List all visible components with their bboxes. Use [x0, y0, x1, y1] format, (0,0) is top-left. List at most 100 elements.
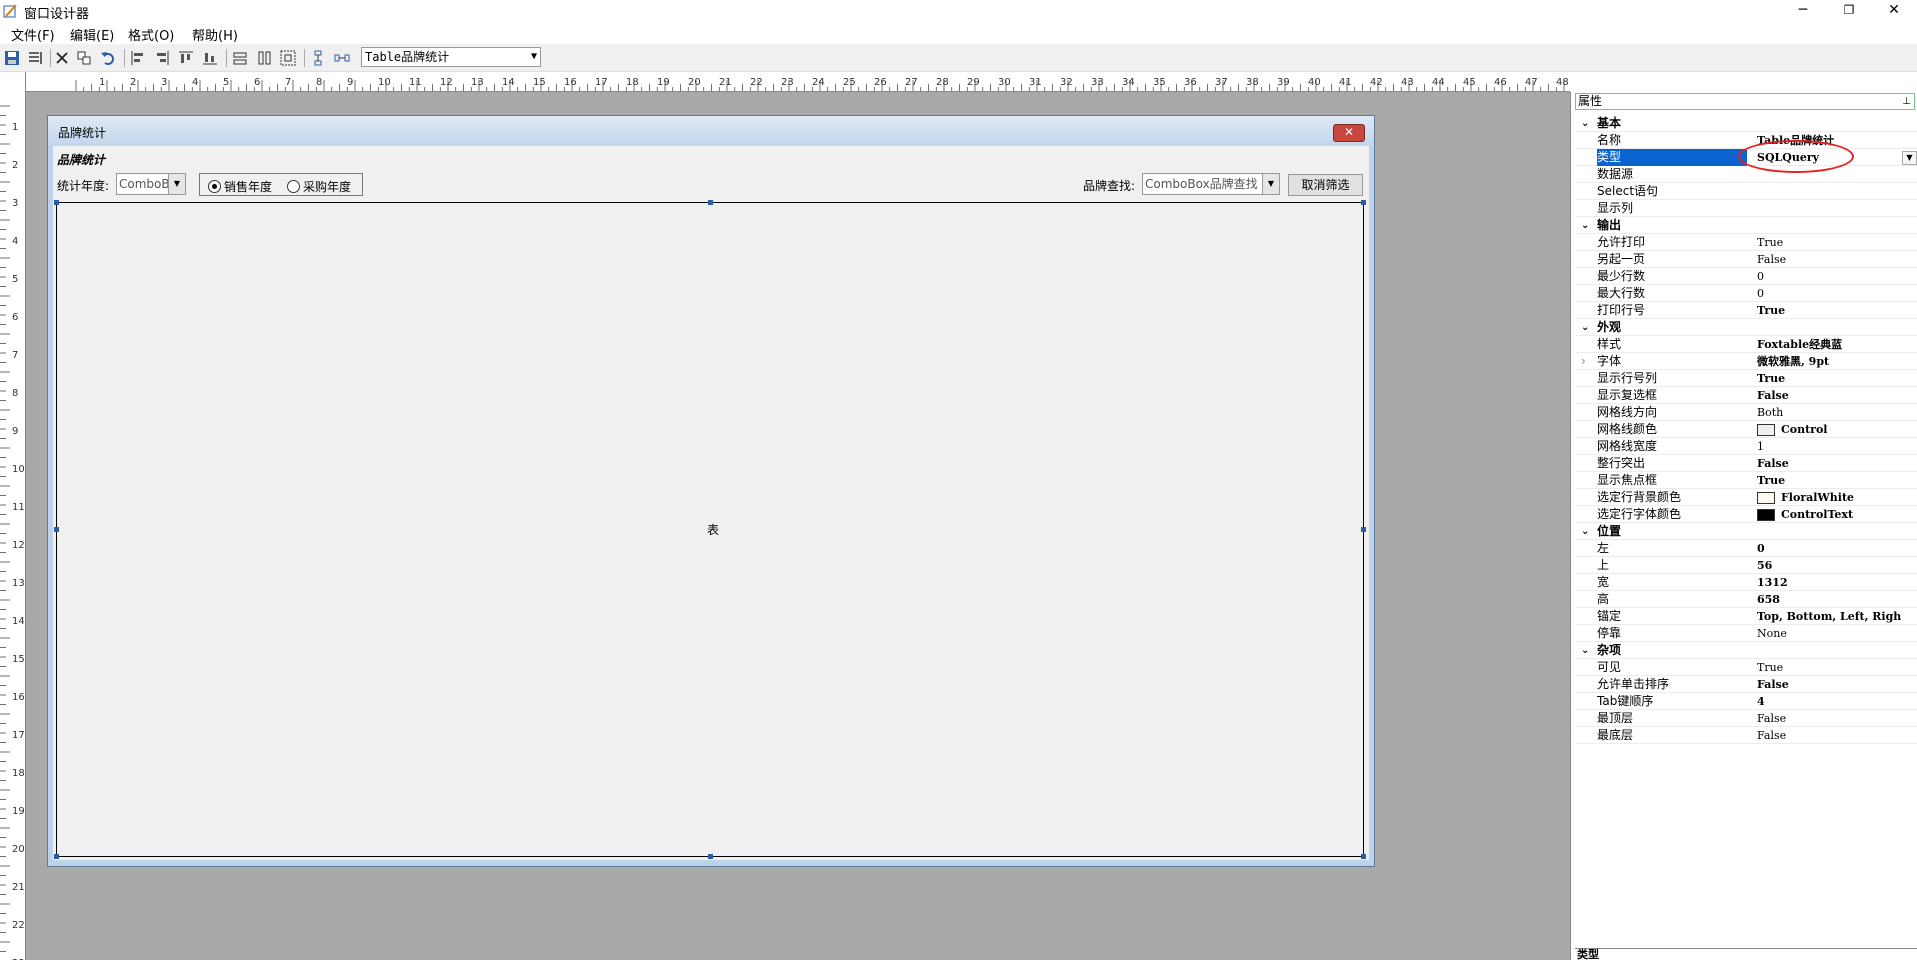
horizontal-spacing-icon[interactable] — [333, 49, 351, 67]
property-category[interactable]: ⌄ 位置 — [1575, 523, 1917, 540]
resize-handle[interactable] — [54, 527, 59, 532]
property-value[interactable]: 1 — [1757, 438, 1917, 455]
property-row[interactable]: 左0 — [1575, 540, 1917, 557]
property-row[interactable]: 最顶层 False — [1575, 710, 1917, 727]
property-row[interactable]: 允许打印 True — [1575, 234, 1917, 251]
chevron-down-icon[interactable]: ⌄ — [1581, 217, 1589, 234]
property-row[interactable]: 整行突出 False — [1575, 455, 1917, 472]
property-row[interactable]: 最大行数 0 — [1575, 285, 1917, 302]
resize-handle[interactable] — [54, 200, 59, 205]
property-row[interactable]: 打印行号 True — [1575, 302, 1917, 319]
property-value[interactable]: False — [1757, 455, 1917, 472]
cancel-filter-button[interactable]: 取消筛选 — [1288, 174, 1363, 196]
property-row[interactable]: 网格线宽度 1 — [1575, 438, 1917, 455]
property-value[interactable]: True — [1757, 659, 1917, 676]
property-row[interactable]: 宽 1312 — [1575, 574, 1917, 591]
designed-form[interactable]: 品牌统计 ✕ 品牌统计 统计年度: ComboB ▼ 销售年度 采购年度 品牌查… — [47, 115, 1375, 867]
property-row[interactable]: 选定行背景颜色 FloralWhite — [1575, 489, 1917, 506]
property-value[interactable]: False — [1757, 710, 1917, 727]
vertical-spacing-icon[interactable] — [309, 49, 327, 67]
radio-sales-year[interactable]: 销售年度 — [208, 178, 272, 195]
type-dropdown-button[interactable]: ▼ — [1902, 151, 1917, 165]
property-row[interactable]: 允许单击排序 False — [1575, 676, 1917, 693]
copy-icon[interactable] — [75, 49, 93, 67]
resize-handle[interactable] — [708, 854, 713, 859]
property-value[interactable]: True — [1757, 234, 1917, 251]
same-size-icon[interactable] — [279, 49, 297, 67]
property-category[interactable]: ⌄ 杂项 — [1575, 642, 1917, 659]
resize-handle[interactable] — [54, 854, 59, 859]
property-value[interactable]: False — [1757, 676, 1917, 693]
resize-handle[interactable] — [708, 200, 713, 205]
control-selector[interactable]: Table品牌统计 ▼ — [361, 47, 541, 67]
property-row[interactable]: 另起一页 False — [1575, 251, 1917, 268]
property-row[interactable]: 显示行号列 True — [1575, 370, 1917, 387]
menu-help[interactable]: 帮助(H) — [192, 25, 238, 44]
property-category[interactable]: ⌄ 外观 — [1575, 319, 1917, 336]
property-value[interactable]: 微软雅黑, 9pt — [1757, 353, 1917, 370]
property-row[interactable]: › 字体 微软雅黑, 9pt — [1575, 353, 1917, 370]
align-right-icon[interactable] — [153, 49, 171, 67]
close-button[interactable]: ✕ — [1871, 0, 1917, 22]
property-row[interactable]: 名称 Table品牌统计 — [1575, 132, 1917, 149]
property-row[interactable]: 显示复选框 False — [1575, 387, 1917, 404]
form-client-area[interactable]: 品牌统计 统计年度: ComboB ▼ 销售年度 采购年度 品牌查找: Comb… — [53, 146, 1369, 860]
minimize-button[interactable]: ─ — [1780, 0, 1826, 22]
brand-combobox[interactable]: ComboBox品牌查找 ▼ — [1142, 173, 1280, 195]
resize-handle[interactable] — [1361, 200, 1366, 205]
property-value[interactable]: Foxtable经典蓝 — [1757, 336, 1917, 353]
property-row[interactable]: 停靠 None — [1575, 625, 1917, 642]
property-value[interactable]: 0 — [1757, 540, 1917, 557]
chevron-down-icon[interactable]: ⌄ — [1581, 642, 1589, 659]
property-value[interactable]: 0 — [1757, 268, 1917, 285]
property-value[interactable]: None — [1757, 625, 1917, 642]
property-category[interactable]: ⌄ 输出 — [1575, 217, 1917, 234]
same-width-icon[interactable] — [231, 49, 249, 67]
menu-file[interactable]: 文件(F) — [11, 25, 55, 44]
property-value[interactable]: False — [1757, 727, 1917, 744]
property-value[interactable]: True — [1757, 370, 1917, 387]
property-value[interactable] — [1757, 200, 1917, 217]
delete-icon[interactable] — [53, 49, 71, 67]
property-row[interactable]: 网格线颜色 Control — [1575, 421, 1917, 438]
property-row[interactable]: 数据源 — [1575, 166, 1917, 183]
property-row[interactable]: 选定行字体颜色 ControlText — [1575, 506, 1917, 523]
property-row[interactable]: 锚定 Top, Bottom, Left, Righ — [1575, 608, 1917, 625]
property-row[interactable]: 高 658 — [1575, 591, 1917, 608]
year-combobox[interactable]: ComboB ▼ — [116, 173, 186, 195]
property-value[interactable]: True — [1757, 472, 1917, 489]
chevron-down-icon[interactable]: ⌄ — [1581, 115, 1589, 132]
property-row[interactable]: 最少行数 0 — [1575, 268, 1917, 285]
restore-button[interactable]: ❐ — [1826, 0, 1872, 22]
property-row[interactable]: 上 56 — [1575, 557, 1917, 574]
save-icon[interactable] — [3, 49, 21, 67]
align-left-icon[interactable] — [129, 49, 147, 67]
property-row[interactable]: 最底层 False — [1575, 727, 1917, 744]
property-row[interactable]: 可见 True — [1575, 659, 1917, 676]
property-value[interactable]: 4 — [1757, 693, 1917, 710]
resize-handle[interactable] — [1361, 854, 1366, 859]
property-row[interactable]: Select语句 — [1575, 183, 1917, 200]
same-height-icon[interactable] — [255, 49, 273, 67]
property-row[interactable]: 样式 Foxtable经典蓝 — [1575, 336, 1917, 353]
property-value[interactable]: 1312 — [1757, 574, 1917, 591]
menu-edit[interactable]: 编辑(E) — [70, 25, 114, 44]
undo-icon[interactable] — [99, 49, 117, 67]
property-value[interactable] — [1757, 183, 1917, 200]
property-row[interactable]: 显示列 — [1575, 200, 1917, 217]
property-value[interactable]: 56 — [1757, 557, 1917, 574]
radio-purchase-year[interactable]: 采购年度 — [287, 178, 351, 195]
property-value[interactable]: ControlText — [1757, 506, 1917, 523]
property-value[interactable]: 0 — [1757, 285, 1917, 302]
property-value[interactable]: False — [1757, 387, 1917, 404]
property-category[interactable]: ⌄ 基本 — [1575, 115, 1917, 132]
menu-format[interactable]: 格式(O) — [128, 25, 174, 44]
property-value[interactable]: 658 — [1757, 591, 1917, 608]
pin-icon[interactable]: ⊥ — [1902, 94, 1911, 109]
property-value[interactable]: Control — [1757, 421, 1917, 438]
align-top-icon[interactable] — [177, 49, 195, 67]
property-row[interactable]: Tab键顺序 4 — [1575, 693, 1917, 710]
tab-order-icon[interactable] — [27, 49, 45, 67]
table-control[interactable]: 表 — [54, 200, 1366, 859]
resize-handle[interactable] — [1361, 527, 1366, 532]
